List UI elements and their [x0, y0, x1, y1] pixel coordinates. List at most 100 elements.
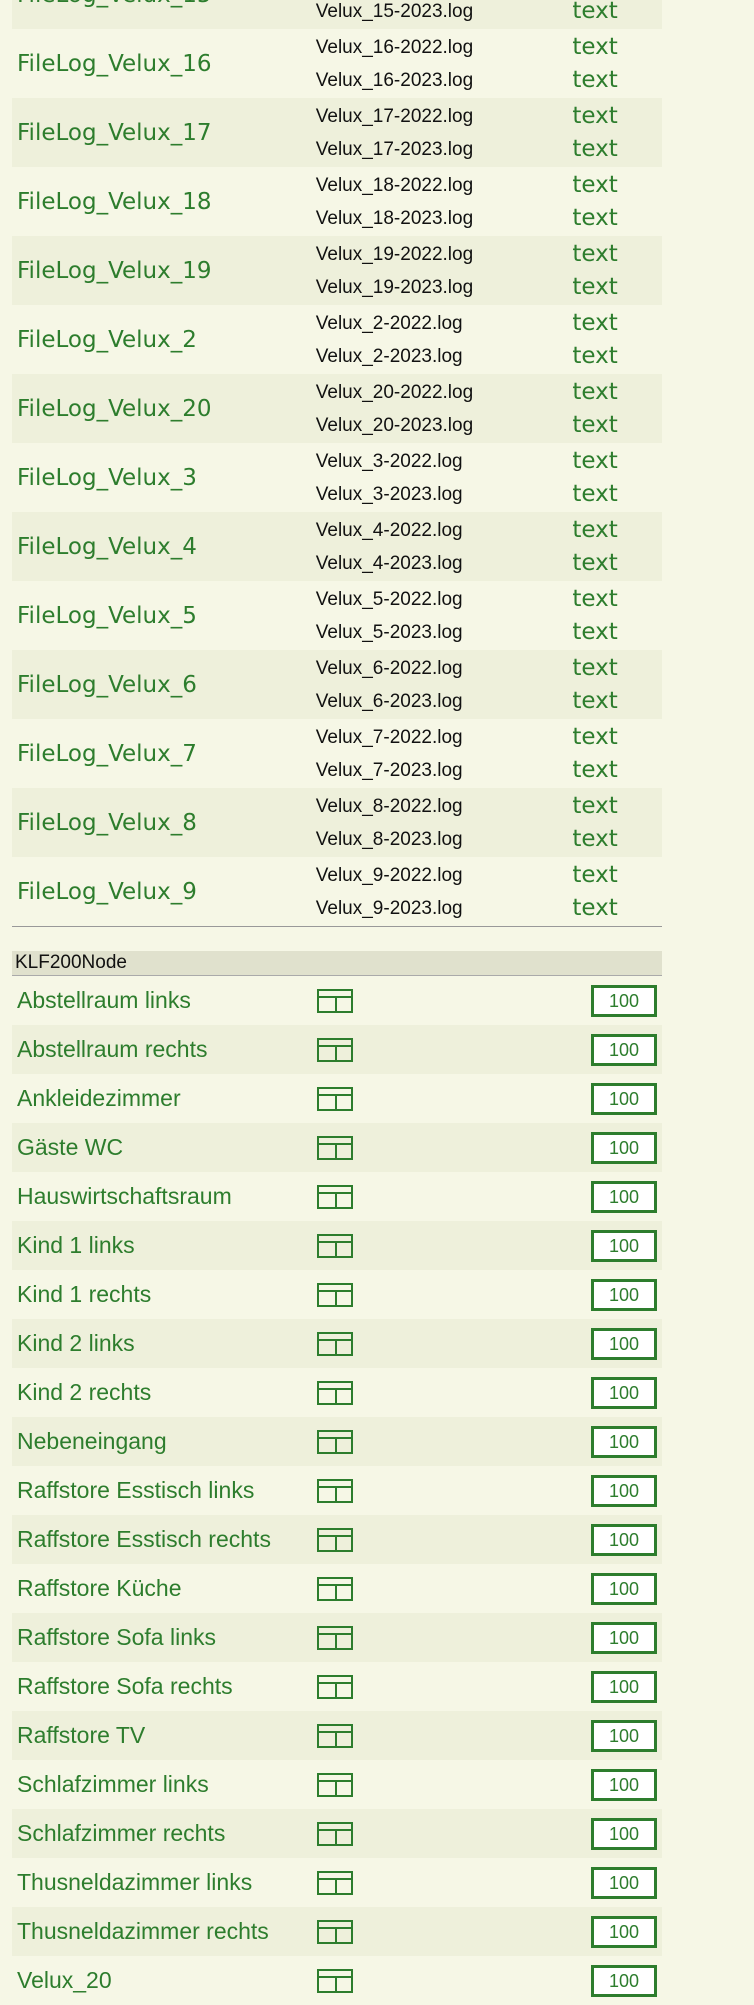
- device-name-link[interactable]: Abstellraum links: [12, 976, 298, 1025]
- text-link[interactable]: text: [572, 307, 661, 340]
- device-name-link[interactable]: Thusneldazimmer links: [12, 1858, 298, 1907]
- text-link[interactable]: text: [572, 376, 661, 409]
- text-link[interactable]: text: [572, 202, 661, 235]
- window-icon[interactable]: [317, 1968, 353, 1993]
- window-icon[interactable]: [317, 1184, 353, 1209]
- text-link[interactable]: text: [572, 721, 661, 754]
- position-button[interactable]: 100: [591, 1572, 657, 1605]
- position-button[interactable]: 100: [591, 1180, 657, 1213]
- device-name-link[interactable]: Raffstore Esstisch rechts: [12, 1515, 298, 1564]
- position-button[interactable]: 100: [591, 1376, 657, 1409]
- device-name-link[interactable]: Velux_20: [12, 1956, 298, 2005]
- text-link[interactable]: text: [572, 133, 661, 166]
- device-name-link[interactable]: Kind 1 links: [12, 1221, 298, 1270]
- text-link[interactable]: text: [572, 685, 661, 718]
- text-link[interactable]: text: [572, 445, 661, 478]
- device-name-link[interactable]: Thusneldazimmer rechts: [12, 1907, 298, 1956]
- window-icon[interactable]: [317, 1086, 353, 1111]
- position-button[interactable]: 100: [591, 1915, 657, 1948]
- window-icon[interactable]: [317, 1919, 353, 1944]
- filelog-name-link[interactable]: FileLog_Velux_3: [12, 443, 315, 512]
- position-button[interactable]: 100: [591, 1866, 657, 1899]
- position-button[interactable]: 100: [591, 1670, 657, 1703]
- text-link[interactable]: text: [572, 754, 661, 787]
- filelog-name-link[interactable]: FileLog_Velux_8: [12, 788, 315, 857]
- text-link[interactable]: text: [572, 616, 661, 649]
- text-link[interactable]: text: [572, 892, 661, 925]
- text-link[interactable]: text: [572, 100, 661, 133]
- text-link[interactable]: text: [572, 169, 661, 202]
- text-link[interactable]: text: [572, 859, 661, 892]
- text-link[interactable]: text: [572, 514, 661, 547]
- position-button[interactable]: 100: [591, 1327, 657, 1360]
- device-name-link[interactable]: Raffstore Esstisch links: [12, 1466, 298, 1515]
- filelog-name-link[interactable]: FileLog_Velux_17: [12, 98, 315, 167]
- text-link[interactable]: text: [572, 823, 661, 856]
- position-button[interactable]: 100: [591, 1278, 657, 1311]
- window-icon[interactable]: [317, 1723, 353, 1748]
- window-icon[interactable]: [317, 988, 353, 1013]
- text-link[interactable]: text: [572, 31, 661, 64]
- window-icon[interactable]: [317, 1331, 353, 1356]
- text-link[interactable]: text: [572, 64, 661, 97]
- position-button[interactable]: 100: [591, 1768, 657, 1801]
- window-icon[interactable]: [317, 1870, 353, 1895]
- position-button[interactable]: 100: [591, 1131, 657, 1164]
- filelog-name-link[interactable]: FileLog_Velux_15: [12, 0, 315, 29]
- text-link[interactable]: text: [572, 238, 661, 271]
- position-button[interactable]: 100: [591, 1964, 657, 1997]
- text-link[interactable]: text: [572, 409, 661, 442]
- filelog-name-link[interactable]: FileLog_Velux_2: [12, 305, 315, 374]
- device-name-link[interactable]: Kind 1 rechts: [12, 1270, 298, 1319]
- text-link[interactable]: text: [572, 652, 661, 685]
- window-icon[interactable]: [317, 1282, 353, 1307]
- text-link[interactable]: text: [572, 271, 661, 304]
- window-icon[interactable]: [317, 1478, 353, 1503]
- filelog-name-link[interactable]: FileLog_Velux_5: [12, 581, 315, 650]
- device-name-link[interactable]: Hauswirtschaftsraum: [12, 1172, 298, 1221]
- filelog-name-link[interactable]: FileLog_Velux_6: [12, 650, 315, 719]
- text-link[interactable]: text: [572, 547, 661, 580]
- filelog-name-link[interactable]: FileLog_Velux_20: [12, 374, 315, 443]
- device-name-link[interactable]: Raffstore TV: [12, 1711, 298, 1760]
- text-link[interactable]: text: [572, 478, 661, 511]
- position-button[interactable]: 100: [591, 1621, 657, 1654]
- position-button[interactable]: 100: [591, 1719, 657, 1752]
- filelog-name-link[interactable]: FileLog_Velux_16: [12, 29, 315, 98]
- device-name-link[interactable]: Kind 2 rechts: [12, 1368, 298, 1417]
- device-name-link[interactable]: Gäste WC: [12, 1123, 298, 1172]
- device-name-link[interactable]: Raffstore Sofa links: [12, 1613, 298, 1662]
- text-link[interactable]: text: [572, 583, 661, 616]
- window-icon[interactable]: [317, 1576, 353, 1601]
- text-link[interactable]: text: [572, 340, 661, 373]
- filelog-name-link[interactable]: FileLog_Velux_9: [12, 857, 315, 926]
- device-name-link[interactable]: Schlafzimmer rechts: [12, 1809, 298, 1858]
- window-icon[interactable]: [317, 1674, 353, 1699]
- device-name-link[interactable]: Ankleidezimmer: [12, 1074, 298, 1123]
- window-icon[interactable]: [317, 1625, 353, 1650]
- window-icon[interactable]: [317, 1135, 353, 1160]
- device-name-link[interactable]: Nebeneingang: [12, 1417, 298, 1466]
- position-button[interactable]: 100: [591, 1474, 657, 1507]
- window-icon[interactable]: [317, 1380, 353, 1405]
- device-name-link[interactable]: Raffstore Küche: [12, 1564, 298, 1613]
- window-icon[interactable]: [317, 1821, 353, 1846]
- position-button[interactable]: 100: [591, 1523, 657, 1556]
- position-button[interactable]: 100: [591, 1425, 657, 1458]
- device-name-link[interactable]: Abstellraum rechts: [12, 1025, 298, 1074]
- device-name-link[interactable]: Schlafzimmer links: [12, 1760, 298, 1809]
- window-icon[interactable]: [317, 1772, 353, 1797]
- filelog-name-link[interactable]: FileLog_Velux_7: [12, 719, 315, 788]
- window-icon[interactable]: [317, 1429, 353, 1454]
- position-button[interactable]: 100: [591, 984, 657, 1017]
- position-button[interactable]: 100: [591, 1817, 657, 1850]
- text-link[interactable]: text: [572, 790, 661, 823]
- filelog-name-link[interactable]: FileLog_Velux_19: [12, 236, 315, 305]
- filelog-name-link[interactable]: FileLog_Velux_4: [12, 512, 315, 581]
- window-icon[interactable]: [317, 1527, 353, 1552]
- filelog-name-link[interactable]: FileLog_Velux_18: [12, 167, 315, 236]
- device-name-link[interactable]: Raffstore Sofa rechts: [12, 1662, 298, 1711]
- window-icon[interactable]: [317, 1037, 353, 1062]
- window-icon[interactable]: [317, 1233, 353, 1258]
- position-button[interactable]: 100: [591, 1033, 657, 1066]
